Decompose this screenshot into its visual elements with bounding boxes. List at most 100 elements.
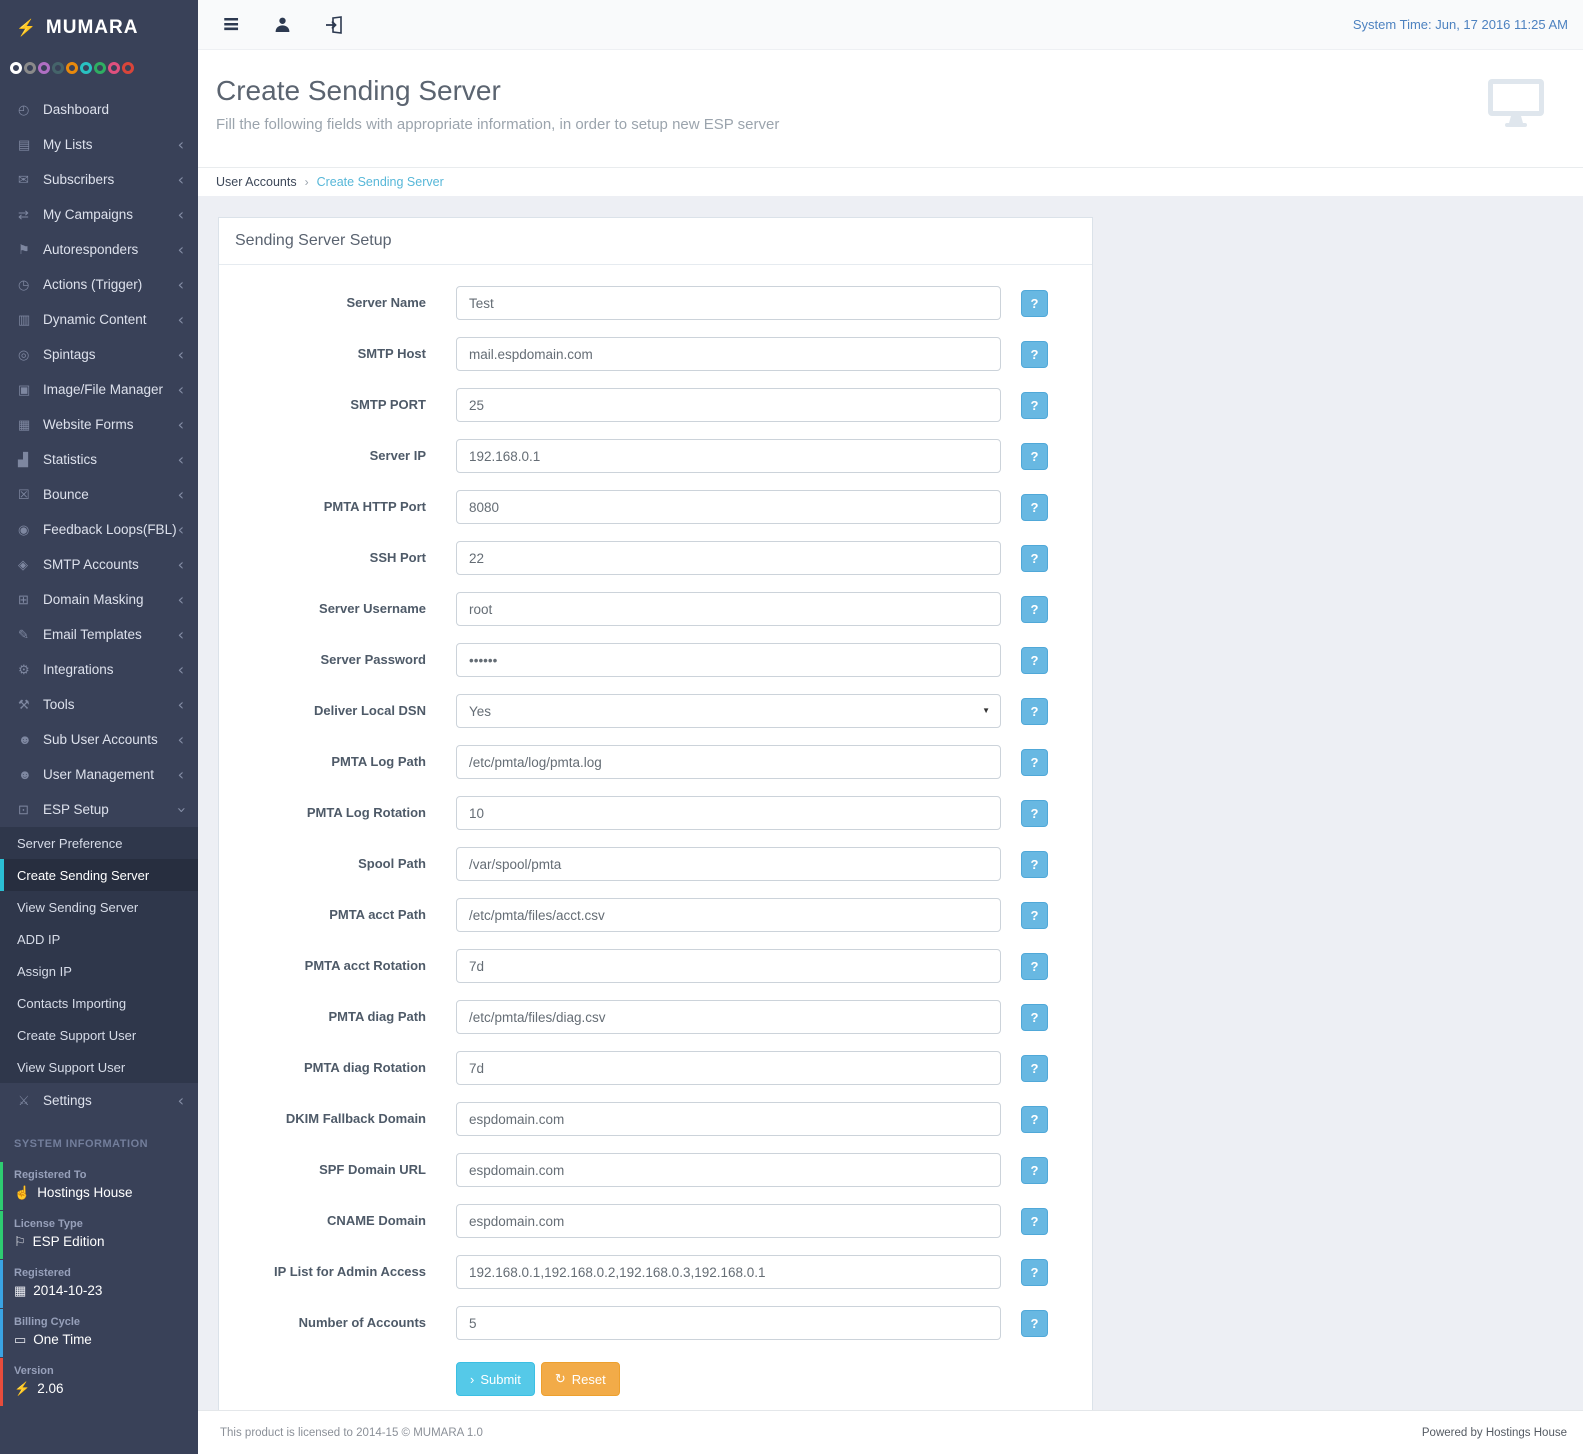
sidebar-item-view-sending-server[interactable]: View Sending Server ‹ <box>0 891 198 923</box>
help-button[interactable]: ? <box>1021 290 1048 317</box>
theme-color-circle[interactable] <box>24 62 36 74</box>
sidebar-item-user-management[interactable]: ☻ User Management ‹ <box>0 757 198 792</box>
field-input[interactable] <box>456 1051 1001 1085</box>
sidebar-item-my-lists[interactable]: ▤ My Lists ‹ <box>0 127 198 162</box>
sidebar-item-server-preference[interactable]: Server Preference ‹ <box>0 827 198 859</box>
hamburger-menu-icon[interactable]: ≡ <box>222 14 240 36</box>
help-button[interactable]: ? <box>1021 800 1048 827</box>
field-input[interactable] <box>456 1204 1001 1238</box>
sidebar-item-my-campaigns[interactable]: ⇄ My Campaigns ‹ <box>0 197 198 232</box>
field-input[interactable] <box>456 439 1001 473</box>
field-input[interactable] <box>456 1306 1001 1340</box>
help-button[interactable]: ? <box>1021 1208 1048 1235</box>
help-button[interactable]: ? <box>1021 1259 1048 1286</box>
help-button[interactable]: ? <box>1021 647 1048 674</box>
sidebar-item-statistics[interactable]: ▟ Statistics ‹ <box>0 442 198 477</box>
field-input[interactable] <box>456 745 1001 779</box>
help-button[interactable]: ? <box>1021 545 1048 572</box>
sidebar-item-tools[interactable]: ⚒ Tools ‹ <box>0 687 198 722</box>
theme-color-circle[interactable] <box>94 62 106 74</box>
help-button[interactable]: ? <box>1021 851 1048 878</box>
field-input[interactable] <box>456 1153 1001 1187</box>
field-input[interactable] <box>456 694 1001 728</box>
sidebar-item-label: My Campaigns <box>43 207 178 222</box>
help-button[interactable]: ? <box>1021 698 1048 725</box>
field-input[interactable] <box>456 949 1001 983</box>
sidebar-item-bounce[interactable]: ☒ Bounce ‹ <box>0 477 198 512</box>
sidebar-item-assign-ip[interactable]: Assign IP ‹ <box>0 955 198 987</box>
chevron-icon: ‹ <box>173 806 189 812</box>
sidebar-item-actions-trigger[interactable]: ◷ Actions (Trigger) ‹ <box>0 267 198 302</box>
field-input[interactable] <box>456 898 1001 932</box>
field-input[interactable] <box>456 643 1001 677</box>
theme-color-circle[interactable] <box>38 62 50 74</box>
field-input[interactable] <box>456 1255 1001 1289</box>
sidebar-item-subscribers[interactable]: ✉ Subscribers ‹ <box>0 162 198 197</box>
sidebar-item-integrations[interactable]: ⚙ Integrations ‹ <box>0 652 198 687</box>
sidebar-item-add-ip[interactable]: ADD IP ‹ <box>0 923 198 955</box>
help-button[interactable]: ? <box>1021 1106 1048 1133</box>
field-input[interactable] <box>456 541 1001 575</box>
breadcrumb-current-link[interactable]: Create Sending Server <box>317 175 444 189</box>
theme-color-circle[interactable] <box>66 62 78 74</box>
theme-color-circle[interactable] <box>108 62 120 74</box>
sidebar-item-dynamic-content[interactable]: ▥ Dynamic Content ‹ <box>0 302 198 337</box>
help-button[interactable]: ? <box>1021 494 1048 521</box>
sidebar-item-create-sending-server[interactable]: Create Sending Server ‹ <box>0 859 198 891</box>
sidebar-item-image-file-manager[interactable]: ▣ Image/File Manager ‹ <box>0 372 198 407</box>
sidebar-item-spintags[interactable]: ◎ Spintags ‹ <box>0 337 198 372</box>
help-button[interactable]: ? <box>1021 1004 1048 1031</box>
sidebar-item-smtp-accounts[interactable]: ◈ SMTP Accounts ‹ <box>0 547 198 582</box>
sidebar-item-autoresponders[interactable]: ⚑ Autoresponders ‹ <box>0 232 198 267</box>
help-button[interactable]: ? <box>1021 443 1048 470</box>
field-input-wrap: ▼ <box>456 1255 1001 1289</box>
sidebar-item-dashboard[interactable]: ◴ Dashboard ‹ <box>0 92 198 127</box>
breadcrumb: User Accounts › Create Sending Server <box>198 167 1583 196</box>
help-button[interactable]: ? <box>1021 1310 1048 1337</box>
help-button[interactable]: ? <box>1021 749 1048 776</box>
logout-icon[interactable] <box>325 16 344 34</box>
sidebar-item-website-forms[interactable]: ▦ Website Forms ‹ <box>0 407 198 442</box>
field-input[interactable] <box>456 796 1001 830</box>
field-input[interactable] <box>456 1000 1001 1034</box>
chevron-icon: ‹ <box>178 557 184 573</box>
sidebar-item-icon: ◷ <box>18 277 43 293</box>
field-input[interactable] <box>456 1102 1001 1136</box>
sidebar-item-icon: ⚑ <box>18 242 43 258</box>
theme-color-circle[interactable] <box>10 62 22 74</box>
user-icon[interactable] <box>274 16 291 33</box>
theme-color-circle[interactable] <box>122 62 134 74</box>
help-button[interactable]: ? <box>1021 1157 1048 1184</box>
help-button[interactable]: ? <box>1021 953 1048 980</box>
sidebar-item-settings[interactable]: ⚔ Settings ‹ <box>0 1083 198 1118</box>
sidebar-item-domain-masking[interactable]: ⊞ Domain Masking ‹ <box>0 582 198 617</box>
breadcrumb-parent-link[interactable]: User Accounts <box>216 175 297 189</box>
sidebar-item-feedback-loops-fbl[interactable]: ◉ Feedback Loops(FBL) ‹ <box>0 512 198 547</box>
field-input[interactable] <box>456 286 1001 320</box>
sidebar-item-icon: ☒ <box>18 487 43 503</box>
field-input[interactable] <box>456 847 1001 881</box>
field-input[interactable] <box>456 490 1001 524</box>
field-input[interactable] <box>456 592 1001 626</box>
help-button[interactable]: ? <box>1021 341 1048 368</box>
theme-color-circle[interactable] <box>80 62 92 74</box>
sidebar-item-create-support-user[interactable]: Create Support User ‹ <box>0 1019 198 1051</box>
help-button[interactable]: ? <box>1021 392 1048 419</box>
theme-color-circle[interactable] <box>52 62 64 74</box>
field-input[interactable] <box>456 337 1001 371</box>
brand-logo[interactable]: ⚡ MUMARA <box>0 0 198 56</box>
sidebar-item-contacts-importing[interactable]: Contacts Importing ‹ <box>0 987 198 1019</box>
breadcrumb-separator: › <box>305 175 309 189</box>
help-button[interactable]: ? <box>1021 902 1048 929</box>
sidebar-item-sub-user-accounts[interactable]: ☻ Sub User Accounts ‹ <box>0 722 198 757</box>
field-input[interactable] <box>456 388 1001 422</box>
help-button[interactable]: ? <box>1021 1055 1048 1082</box>
sidebar-item-view-support-user[interactable]: View Support User ‹ <box>0 1051 198 1083</box>
reset-button[interactable]: ↻ Reset <box>541 1362 620 1396</box>
help-button[interactable]: ? <box>1021 596 1048 623</box>
sidebar-item-esp-setup[interactable]: ⊡ ESP Setup ‹ <box>0 792 198 827</box>
chevron-icon: ‹ <box>178 1093 184 1109</box>
field-input-wrap: ▼ <box>456 1153 1001 1187</box>
sidebar-item-email-templates[interactable]: ✎ Email Templates ‹ <box>0 617 198 652</box>
submit-button[interactable]: › Submit <box>456 1362 535 1396</box>
